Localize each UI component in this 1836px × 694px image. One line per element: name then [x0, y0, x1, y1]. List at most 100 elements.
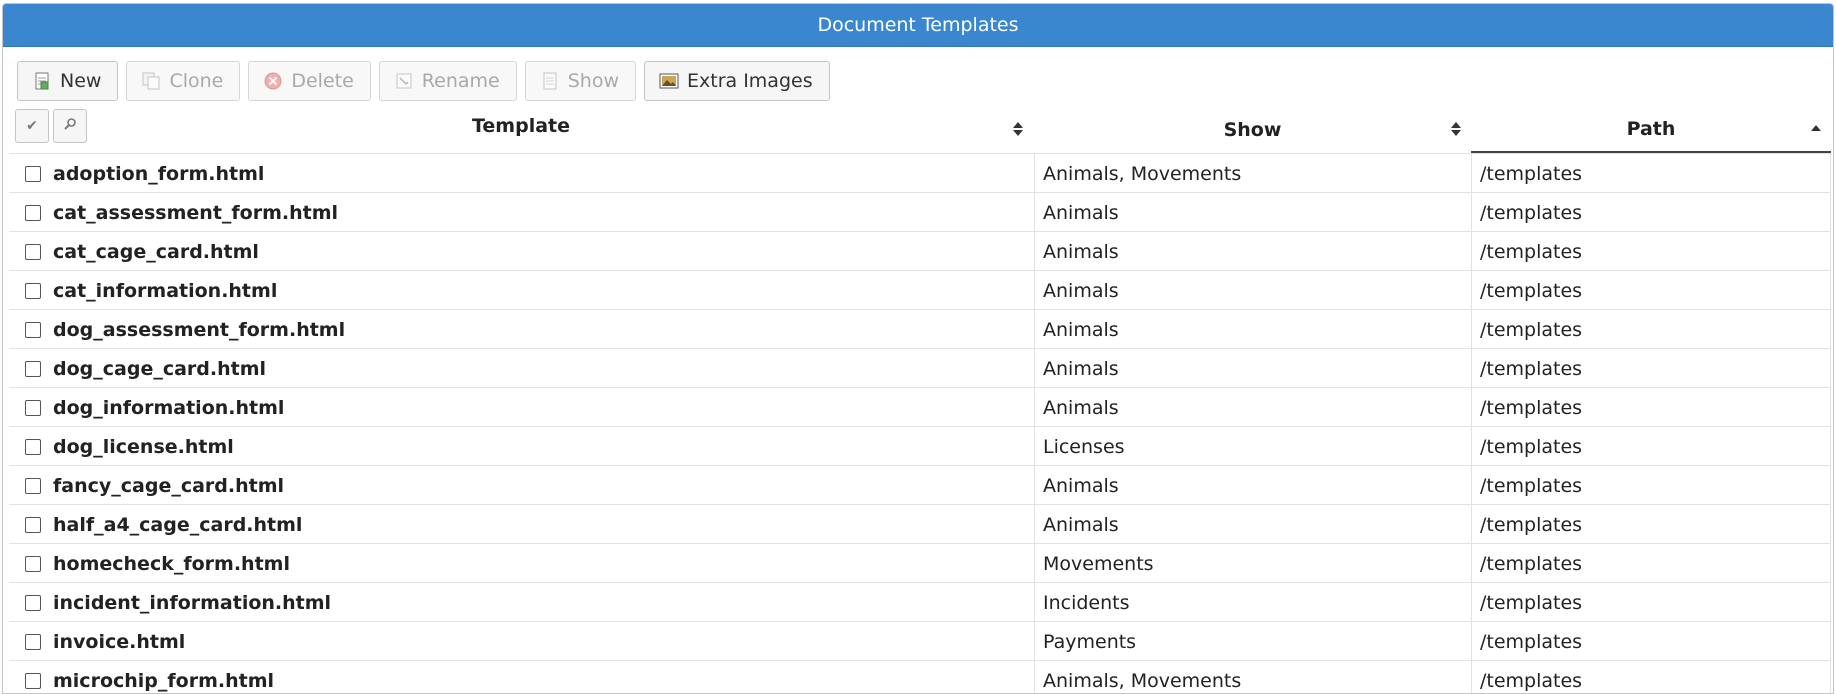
path-cell: /templates: [1471, 427, 1831, 466]
extra-images-button[interactable]: Extra Images: [644, 61, 830, 101]
show-cell: Animals: [1034, 466, 1471, 505]
template-name[interactable]: dog_assessment_form.html: [53, 319, 345, 341]
row-checkbox[interactable]: [25, 594, 41, 611]
table-row[interactable]: dog_license.html Licenses/templates: [9, 427, 1831, 466]
template-name[interactable]: fancy_cage_card.html: [53, 475, 284, 497]
row-checkbox[interactable]: [25, 243, 41, 260]
row-checkbox[interactable]: [25, 555, 41, 572]
path-cell: /templates: [1471, 193, 1831, 232]
table-row[interactable]: cat_assessment_form.html Animals/template…: [9, 193, 1831, 232]
clone-icon: [141, 71, 161, 91]
template-name[interactable]: cat_cage_card.html: [53, 241, 259, 263]
path-cell: /templates: [1471, 349, 1831, 388]
template-cell[interactable]: homecheck_form.html: [9, 544, 1033, 583]
template-name[interactable]: half_a4_cage_card.html: [53, 514, 302, 536]
row-checkbox[interactable]: [25, 633, 41, 650]
show-cell: Animals: [1034, 232, 1471, 271]
table-row[interactable]: invoice.html Payments/templates: [9, 622, 1831, 661]
delete-button[interactable]: Delete: [248, 61, 371, 101]
template-name[interactable]: dog_license.html: [53, 436, 234, 458]
table-row[interactable]: dog_assessment_form.html Animals/template…: [9, 310, 1831, 349]
template-cell[interactable]: cat_cage_card.html: [9, 232, 1033, 271]
table-row[interactable]: half_a4_cage_card.html Animals/templates: [9, 505, 1831, 544]
column-header-template[interactable]: Template: [9, 107, 1033, 153]
table-row[interactable]: homecheck_form.html Movements/templates: [9, 544, 1831, 583]
search-icon: [63, 117, 77, 135]
row-checkbox[interactable]: [25, 165, 41, 182]
template-name[interactable]: incident_information.html: [53, 592, 331, 614]
table-row[interactable]: microchip_form.html Animals, Movements/te…: [9, 661, 1831, 693]
path-cell: /templates: [1471, 154, 1831, 193]
show-cell: Animals, Movements: [1034, 661, 1471, 693]
rename-button[interactable]: Rename: [378, 61, 517, 101]
template-cell[interactable]: dog_information.html: [9, 388, 1033, 427]
template-cell[interactable]: adoption_form.html: [9, 154, 1033, 193]
delete-icon: [263, 71, 283, 91]
sort-icon: [1451, 121, 1461, 137]
row-checkbox[interactable]: [25, 204, 41, 221]
row-checkbox[interactable]: [25, 438, 41, 455]
panel-title: Document Templates: [3, 4, 1833, 47]
template-name[interactable]: invoice.html: [53, 631, 185, 653]
template-cell[interactable]: invoice.html: [9, 622, 1033, 661]
check-icon: ✔: [26, 118, 38, 134]
table-row[interactable]: fancy_cage_card.html Animals/templates: [9, 466, 1831, 505]
row-checkbox[interactable]: [25, 672, 41, 689]
column-header-path-label: Path: [1626, 118, 1676, 140]
path-cell: /templates: [1471, 310, 1831, 349]
table-row[interactable]: cat_information.html Animals/templates: [9, 271, 1831, 310]
row-checkbox[interactable]: [25, 360, 41, 377]
new-button-label: New: [60, 70, 102, 92]
template-name[interactable]: adoption_form.html: [53, 163, 264, 185]
template-name[interactable]: cat_information.html: [53, 280, 277, 302]
template-cell[interactable]: fancy_cage_card.html: [9, 466, 1033, 505]
clone-button-label: Clone: [169, 70, 224, 92]
row-checkbox[interactable]: [25, 399, 41, 416]
new-button[interactable]: New: [17, 61, 119, 101]
template-cell[interactable]: half_a4_cage_card.html: [9, 505, 1033, 544]
column-header-show[interactable]: Show: [1034, 107, 1471, 153]
table-row[interactable]: incident_information.html Incidents/templ…: [9, 583, 1831, 622]
template-name[interactable]: cat_assessment_form.html: [53, 202, 338, 224]
show-cell: Animals: [1034, 193, 1471, 232]
row-checkbox[interactable]: [25, 516, 41, 533]
template-name[interactable]: dog_information.html: [53, 397, 284, 419]
path-cell: /templates: [1471, 388, 1831, 427]
show-button[interactable]: Show: [524, 61, 636, 101]
template-name[interactable]: homecheck_form.html: [53, 553, 290, 575]
sort-ascending-icon: [1811, 121, 1821, 137]
template-cell[interactable]: microchip_form.html: [9, 661, 1033, 693]
show-cell: Animals, Movements: [1034, 154, 1471, 193]
delete-button-label: Delete: [291, 70, 354, 92]
template-cell[interactable]: incident_information.html: [9, 583, 1033, 622]
column-header-path[interactable]: Path: [1471, 107, 1831, 153]
show-cell: Payments: [1034, 622, 1471, 661]
row-checkbox[interactable]: [25, 321, 41, 338]
path-cell: /templates: [1471, 544, 1831, 583]
table-header: Template Show Path ✔: [9, 107, 1831, 153]
template-cell[interactable]: dog_cage_card.html: [9, 349, 1033, 388]
select-all-button[interactable]: ✔: [15, 109, 49, 143]
table-row[interactable]: adoption_form.html Animals, Movements/tem…: [9, 154, 1831, 193]
path-cell: /templates: [1471, 661, 1831, 693]
show-cell: Licenses: [1034, 427, 1471, 466]
template-cell[interactable]: dog_license.html: [9, 427, 1033, 466]
template-cell[interactable]: cat_assessment_form.html: [9, 193, 1033, 232]
templates-table: Template Show Path ✔ adoption_form.html …: [9, 107, 1831, 693]
filter-button[interactable]: [53, 109, 87, 143]
clone-button[interactable]: Clone: [126, 61, 241, 101]
template-cell[interactable]: cat_information.html: [9, 271, 1033, 310]
template-name[interactable]: microchip_form.html: [53, 670, 274, 692]
row-checkbox[interactable]: [25, 282, 41, 299]
table-row[interactable]: cat_cage_card.html Animals/templates: [9, 232, 1831, 271]
rename-button-label: Rename: [421, 70, 500, 92]
table-row[interactable]: dog_information.html Animals/templates: [9, 388, 1831, 427]
path-cell: /templates: [1471, 583, 1831, 622]
extra-images-button-label: Extra Images: [687, 70, 813, 92]
template-cell[interactable]: dog_assessment_form.html: [9, 310, 1033, 349]
row-checkbox[interactable]: [25, 477, 41, 494]
template-name[interactable]: dog_cage_card.html: [53, 358, 266, 380]
show-cell: Movements: [1034, 544, 1471, 583]
table-row[interactable]: dog_cage_card.html Animals/templates: [9, 349, 1831, 388]
show-cell: Animals: [1034, 505, 1471, 544]
